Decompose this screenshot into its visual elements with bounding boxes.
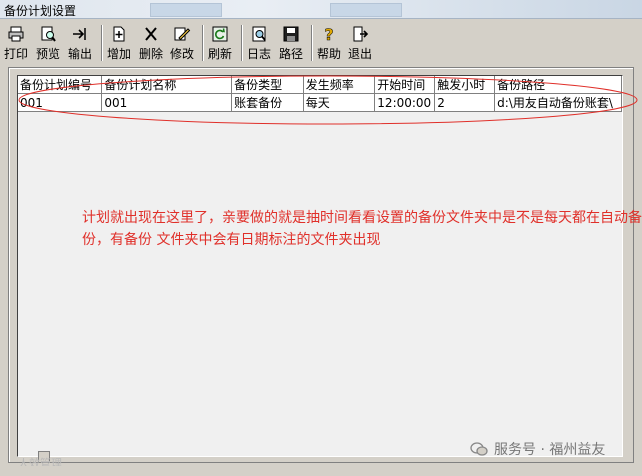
toolbar-separator [101, 25, 103, 61]
exit-icon [353, 26, 369, 42]
cell-backup-type[interactable]: 账套备份 [231, 93, 304, 112]
table-row[interactable]: 001 001 账套备份 每天 12:00:00 2 d:\用友自动备份账套\ [18, 93, 622, 112]
svg-text:?: ? [324, 25, 333, 43]
column-header-frequency[interactable]: 发生频率 [303, 76, 376, 94]
add-button[interactable]: 增加 [107, 22, 131, 62]
edit-button[interactable]: 修改 [170, 22, 194, 62]
log-button[interactable]: 日志 [247, 22, 271, 62]
column-header-backup-path[interactable]: 备份路径 [494, 76, 622, 94]
watermark-text: 服务号 · 福州益友 [494, 442, 606, 458]
refresh-icon [212, 26, 228, 42]
printer-icon [8, 26, 24, 42]
help-icon: ? [324, 25, 334, 43]
column-header-start-time[interactable]: 开始时间 [374, 76, 436, 94]
exit-button[interactable]: 退出 [348, 22, 372, 62]
backup-plan-table: 备份计划编号 备份计划名称 备份类型 发生频率 开始时间 触发小时 备份路径 0… [18, 76, 622, 112]
export-button[interactable]: 输出 [68, 22, 92, 62]
help-button[interactable]: ? 帮助 [317, 22, 341, 62]
column-header-plan-name[interactable]: 备份计划名称 [101, 76, 233, 94]
title-bar-decoration [150, 3, 222, 17]
add-icon [113, 26, 125, 42]
preview-icon [41, 26, 56, 42]
toolbar-separator [311, 25, 313, 61]
delete-icon [145, 27, 157, 41]
column-header-backup-type[interactable]: 备份类型 [231, 76, 304, 94]
title-bar-decoration [330, 3, 402, 17]
print-button[interactable]: 打印 [4, 22, 28, 62]
path-button[interactable]: 路径 [279, 22, 303, 62]
wechat-icon [470, 442, 488, 456]
edit-icon [174, 27, 191, 41]
refresh-button[interactable]: 刷新 [208, 22, 232, 62]
column-header-trigger-hour[interactable]: 触发小时 [434, 76, 496, 94]
backup-plan-grid: 备份计划编号 备份计划名称 备份类型 发生频率 开始时间 触发小时 备份路径 0… [17, 75, 623, 457]
preview-button[interactable]: 预览 [36, 22, 60, 62]
toolbar: 打印 预览 输出 增加 删除 修改 刷新 日志 路径 ? 帮助 退出 [0, 22, 642, 66]
annotation-text: 计划就出现在这里了，亲要做的就是抽时间看看设置的备份文件夹中是不是每天都在自动备… [82, 210, 642, 248]
save-path-icon [283, 26, 299, 42]
cell-backup-path[interactable]: d:\用友自动备份账套\ [494, 93, 622, 112]
log-icon [252, 26, 266, 42]
delete-button[interactable]: 删除 [139, 22, 163, 62]
cell-plan-number[interactable]: 001 [18, 93, 103, 112]
window-title: 备份计划设置 [4, 4, 77, 18]
cell-trigger-hour[interactable]: 2 [434, 93, 496, 112]
column-header-plan-number[interactable]: 备份计划编号 [18, 76, 103, 94]
cell-frequency[interactable]: 每天 [303, 93, 376, 112]
table-header-row: 备份计划编号 备份计划名称 备份类型 发生频率 开始时间 触发小时 备份路径 [18, 76, 622, 94]
toolbar-separator [202, 25, 204, 61]
status-strip [0, 466, 642, 476]
watermark: 服务号 · 福州益友 [470, 439, 605, 459]
cell-plan-name[interactable]: 001 [101, 93, 233, 112]
toolbar-separator [241, 25, 243, 61]
title-bar: 备份计划设置 [0, 0, 642, 19]
export-icon [73, 28, 86, 40]
cell-start-time[interactable]: 12:00:00 [374, 93, 436, 112]
